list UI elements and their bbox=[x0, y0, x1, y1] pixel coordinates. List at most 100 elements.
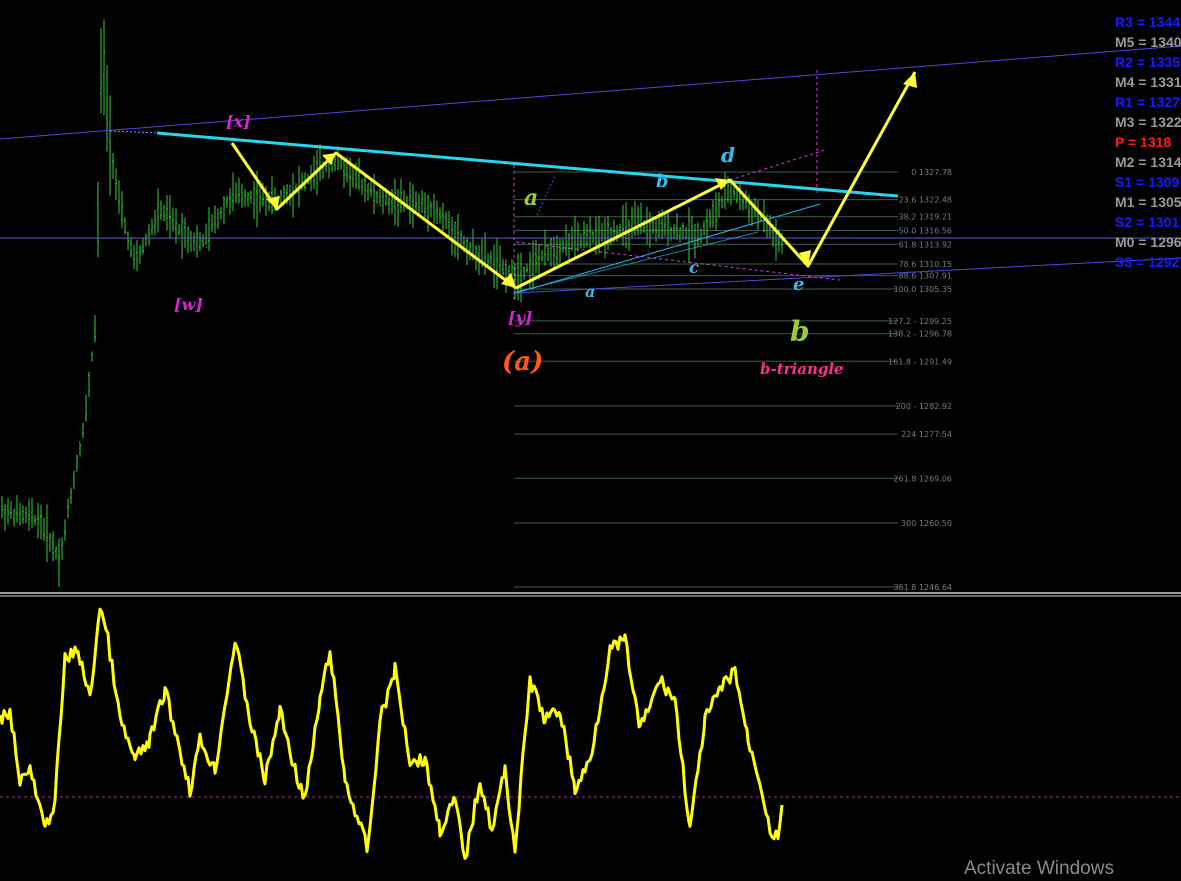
candle bbox=[502, 259, 504, 276]
candle bbox=[562, 238, 564, 253]
candle bbox=[547, 244, 549, 262]
fib-level-label: 224 1277.54 bbox=[901, 430, 952, 439]
fib-level-label: 23.6 1322.48 bbox=[899, 196, 952, 205]
candle bbox=[697, 222, 699, 247]
fib-level-label: 50.0 1316.56 bbox=[899, 227, 952, 236]
candle bbox=[538, 244, 540, 280]
candle bbox=[448, 210, 450, 237]
candle bbox=[352, 165, 354, 188]
trendlines bbox=[0, 45, 1181, 300]
pivot-label: M2 = 1314 bbox=[1115, 154, 1181, 170]
candle bbox=[526, 263, 528, 273]
candle bbox=[625, 202, 627, 249]
pivot-label: P = 1318 bbox=[1115, 134, 1171, 150]
candle bbox=[628, 219, 630, 251]
pivot-label: S3 = 1292 bbox=[1115, 254, 1179, 270]
candle bbox=[403, 189, 405, 212]
candle bbox=[94, 314, 96, 343]
candle bbox=[703, 220, 705, 236]
candle bbox=[16, 495, 18, 523]
label-a-main: (a) bbox=[502, 347, 543, 377]
candle bbox=[244, 188, 246, 207]
candle bbox=[418, 193, 420, 216]
candle bbox=[556, 235, 558, 267]
candle bbox=[370, 181, 372, 198]
candle bbox=[1, 496, 3, 519]
wave-labels: [x] [w] [y] (a) a b a b c d e b-triangle bbox=[174, 112, 844, 378]
candle bbox=[445, 211, 447, 230]
candle bbox=[394, 178, 396, 226]
candle bbox=[553, 236, 555, 271]
candle bbox=[718, 192, 720, 218]
candle bbox=[172, 207, 174, 232]
candle bbox=[163, 204, 165, 222]
candle bbox=[148, 223, 150, 246]
candle bbox=[73, 470, 75, 490]
candle bbox=[379, 188, 381, 207]
candle bbox=[427, 194, 429, 232]
fib-level-label: 61.8 1313.92 bbox=[899, 240, 952, 249]
candle bbox=[58, 538, 60, 587]
candle bbox=[31, 497, 33, 529]
x-dotted-line bbox=[109, 130, 161, 134]
pivot-label: R1 = 1327 bbox=[1115, 94, 1180, 110]
pivot-label: M3 = 1322 bbox=[1115, 114, 1181, 130]
candle bbox=[496, 238, 498, 290]
fib-level-label: 0 1327.78 bbox=[911, 168, 952, 177]
candle bbox=[442, 202, 444, 232]
candle bbox=[34, 514, 36, 526]
candle bbox=[232, 172, 234, 212]
candle bbox=[361, 178, 363, 196]
candle bbox=[454, 221, 456, 258]
candle bbox=[52, 531, 54, 562]
candle bbox=[724, 172, 726, 210]
pink-dotted-upper bbox=[729, 149, 826, 181]
candle bbox=[130, 237, 132, 258]
label-x: [x] bbox=[226, 112, 251, 131]
candle bbox=[739, 183, 741, 211]
pivot-label: R3 = 1344 bbox=[1115, 14, 1180, 30]
candle bbox=[706, 208, 708, 246]
upper-channel-line bbox=[0, 45, 1181, 140]
candle bbox=[709, 209, 711, 229]
pivot-label: R2 = 1335 bbox=[1115, 54, 1180, 70]
candle bbox=[205, 223, 207, 248]
candle bbox=[541, 250, 543, 261]
candle bbox=[589, 216, 591, 249]
candle bbox=[37, 503, 39, 539]
candle bbox=[367, 183, 369, 201]
candle bbox=[124, 217, 126, 235]
candle bbox=[715, 192, 717, 231]
candle bbox=[559, 238, 561, 264]
pivot-label: S2 = 1301 bbox=[1115, 214, 1179, 230]
arrow-heads bbox=[266, 72, 917, 288]
candle bbox=[586, 224, 588, 248]
candle bbox=[43, 517, 45, 541]
pivot-label: M0 = 1296 bbox=[1115, 234, 1181, 250]
fib-level-label: 361.8 1246.64 bbox=[893, 583, 952, 592]
candle bbox=[730, 180, 732, 206]
fib-level-label: 138.2 - 1296.78 bbox=[888, 330, 952, 339]
fib-level-label: 200 - 1282.92 bbox=[896, 402, 952, 411]
candle bbox=[616, 225, 618, 242]
candle bbox=[187, 226, 189, 254]
candle bbox=[439, 207, 441, 224]
fib-level-label: 300 1260.50 bbox=[901, 519, 952, 528]
candle bbox=[61, 537, 63, 560]
candle bbox=[103, 19, 105, 116]
candle bbox=[382, 189, 384, 214]
candle bbox=[400, 178, 402, 213]
candle bbox=[13, 508, 15, 527]
candle bbox=[169, 195, 171, 239]
candle bbox=[220, 206, 222, 220]
candle bbox=[688, 207, 690, 264]
candle bbox=[184, 217, 186, 248]
candle bbox=[670, 226, 672, 241]
candle bbox=[250, 190, 252, 204]
candle bbox=[391, 188, 393, 215]
candle bbox=[229, 188, 231, 215]
candle bbox=[64, 519, 66, 541]
candle bbox=[622, 204, 624, 246]
candle bbox=[631, 206, 633, 238]
candle bbox=[127, 231, 129, 251]
